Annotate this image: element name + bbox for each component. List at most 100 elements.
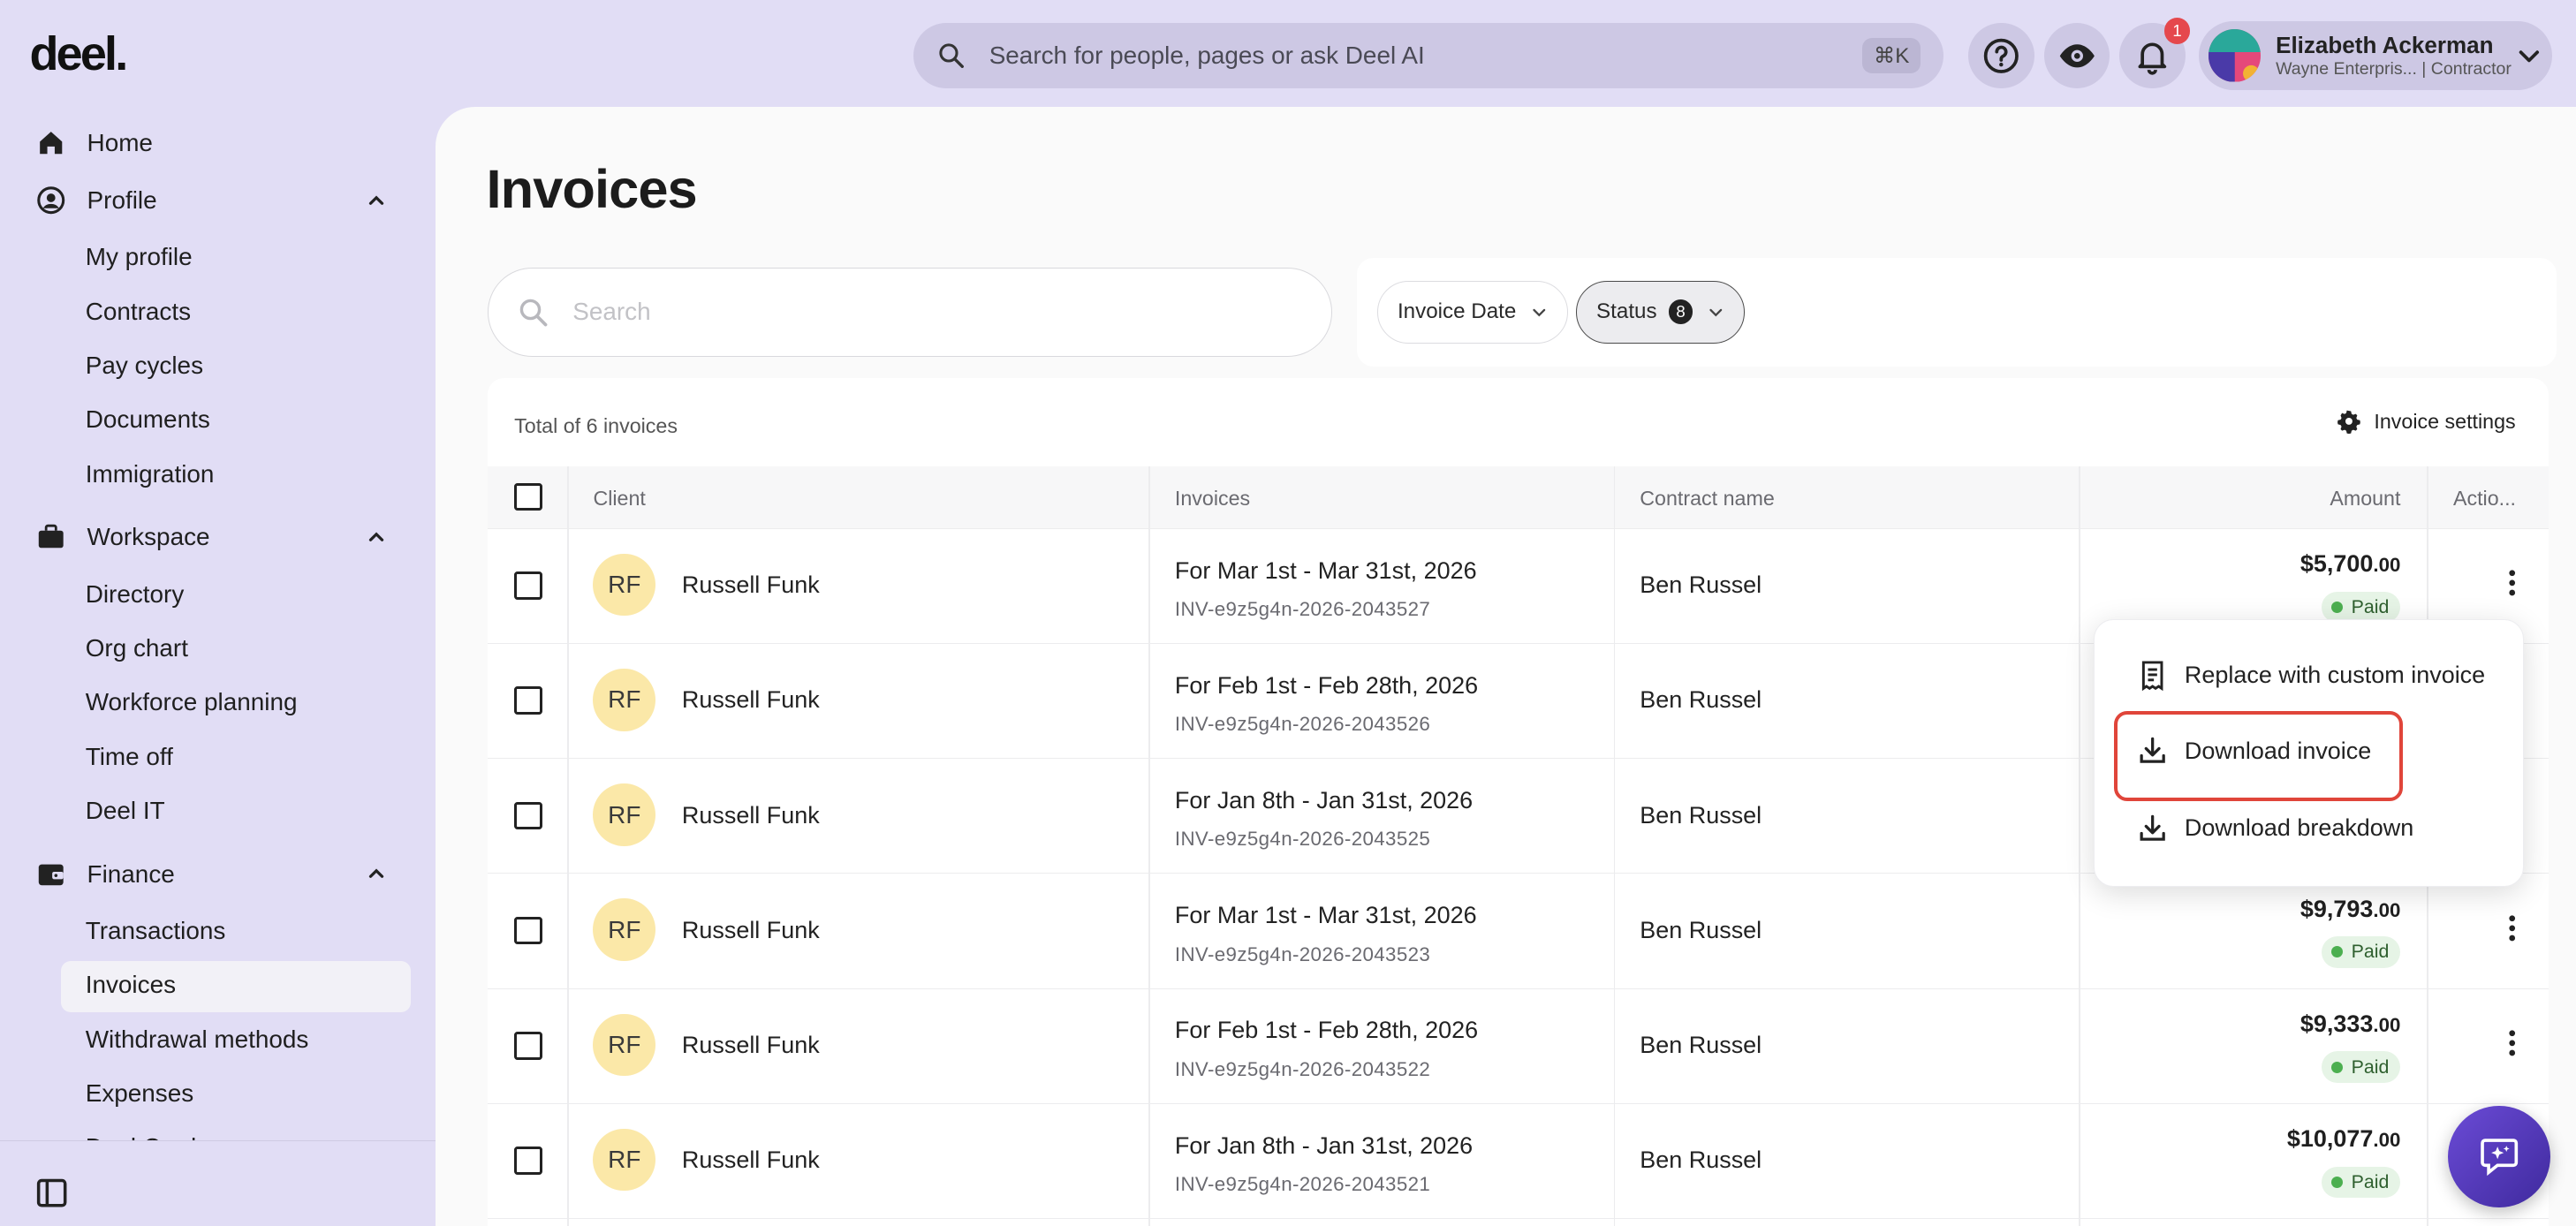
sidebar-item-home[interactable]: Home [36, 128, 153, 157]
table-row[interactable]: RF Russell Funk For Feb 1st - Feb 28th, … [488, 989, 2549, 1104]
receipt-icon [2137, 660, 2168, 692]
user-avatar [2208, 29, 2262, 82]
invoice-settings-button[interactable]: Invoice settings [2337, 409, 2516, 434]
client-avatar: RF [593, 668, 656, 731]
invoice-number: INV-e9z5g4n-2026-2043523 [1174, 942, 1431, 965]
chevron-up-icon [365, 189, 388, 212]
client-name: Russell Funk [681, 571, 820, 599]
home-icon [36, 128, 65, 157]
chevron-up-icon [365, 862, 388, 885]
help-button[interactable] [1968, 23, 2034, 89]
contract-name: Ben Russel [1640, 571, 1762, 599]
sidebar-section-workspace[interactable]: Workspace [36, 522, 384, 551]
briefcase-icon [36, 522, 65, 551]
sidebar-item-pay-cycles[interactable]: Pay cycles [86, 352, 203, 380]
sidebar-item-invoices[interactable]: Invoices [86, 971, 176, 999]
sidebar-item-withdrawal-methods[interactable]: Withdrawal methods [86, 1025, 309, 1054]
table-row[interactable]: RF Russell Funk For Jan 8th - Jan 31st, … [488, 1104, 2549, 1220]
column-header-client[interactable]: Client [593, 487, 645, 511]
more-actions-icon[interactable] [2509, 915, 2516, 942]
invoice-number: INV-e9z5g4n-2026-2043526 [1174, 713, 1431, 736]
gear-icon [2337, 409, 2361, 434]
chevron-down-icon [2516, 42, 2542, 69]
deel-ai-assistant-button[interactable] [2448, 1105, 2550, 1208]
column-header-contract[interactable]: Contract name [1640, 487, 1775, 511]
notifications-button[interactable]: 1 [2119, 18, 2191, 89]
menu-item-label: Replace with custom invoice [2184, 662, 2486, 688]
table-row[interactable]: RF Russell Funk For Mar 1st - Mar 31st, … [488, 874, 2549, 989]
invoice-amount: $9,333.00 [2299, 1010, 2401, 1037]
sidebar-item-expenses[interactable]: Expenses [86, 1079, 194, 1108]
column-header-invoices[interactable]: Invoices [1175, 487, 1250, 511]
client-name: Russell Funk [681, 916, 820, 943]
menu-item-download-breakdown[interactable]: Download breakdown [2137, 813, 2413, 844]
select-all-checkbox[interactable] [514, 482, 542, 511]
row-checkbox[interactable] [514, 916, 542, 945]
status-badge: Paid [2322, 936, 2401, 968]
sidebar-section-profile[interactable]: Profile [36, 185, 384, 215]
sidebar-item-documents[interactable]: Documents [86, 405, 210, 434]
bell-icon [2133, 36, 2172, 76]
sidebar-item-transactions[interactable]: Transactions [86, 917, 226, 945]
invoice-search[interactable] [488, 268, 1333, 357]
row-checkbox[interactable] [514, 1032, 542, 1060]
invoice-total-count: Total of 6 invoices [514, 413, 678, 437]
contract-name: Ben Russel [1640, 686, 1762, 714]
row-checkbox[interactable] [514, 686, 542, 715]
client-avatar: RF [593, 783, 656, 846]
row-checkbox[interactable] [514, 571, 542, 600]
sidebar-footer [0, 1139, 436, 1226]
sidebar-item-contracts[interactable]: Contracts [86, 298, 191, 326]
invoice-period: For Feb 1st - Feb 28th, 2026 [1174, 1017, 1479, 1044]
invoice-period: For Jan 8th - Jan 31st, 2026 [1174, 1131, 1474, 1159]
global-search-bar[interactable]: Search for people, pages or ask Deel AI … [913, 23, 1944, 89]
wallet-icon [36, 859, 65, 889]
more-actions-icon[interactable] [2509, 570, 2516, 596]
client-name: Russell Funk [681, 1032, 820, 1059]
contract-name: Ben Russel [1640, 916, 1762, 943]
help-icon [1981, 36, 2021, 76]
privacy-view-button[interactable] [2043, 23, 2110, 89]
deel-logo[interactable]: deel. [29, 26, 128, 81]
sidebar-item-directory[interactable]: Directory [86, 580, 185, 609]
sidebar-item-label: Home [87, 128, 153, 156]
row-checkbox[interactable] [514, 801, 542, 830]
sidebar-item-immigration[interactable]: Immigration [86, 460, 215, 488]
column-header-actions: Actio... [2452, 486, 2517, 510]
sidebar-item-time-off[interactable]: Time off [86, 743, 173, 771]
status-filter-count-badge: 8 [1668, 299, 1693, 325]
client-avatar: RF [593, 553, 656, 617]
menu-item-replace-custom-invoice[interactable]: Replace with custom invoice [2137, 660, 2486, 692]
menu-item-download-invoice[interactable]: Download invoice [2137, 735, 2371, 766]
ai-sparkle-chat-icon [2478, 1135, 2520, 1177]
sidebar-item-deel-it[interactable]: Deel IT [86, 797, 165, 825]
download-icon [2137, 735, 2168, 766]
invoice-amount: $10,077.00 [2286, 1125, 2401, 1153]
more-actions-icon[interactable] [2509, 1030, 2516, 1056]
status-filter[interactable]: Status 8 [1575, 281, 1746, 344]
sidebar-item-my-profile[interactable]: My profile [86, 243, 193, 271]
sidebar-toggle-icon[interactable] [36, 1177, 67, 1208]
invoice-date-filter[interactable]: Invoice Date [1376, 281, 1568, 344]
contract-name: Ben Russel [1640, 1147, 1762, 1174]
sidebar-section-label: Workspace [87, 523, 210, 551]
status-badge: Paid [2322, 1051, 2401, 1083]
notification-count-badge: 1 [2163, 18, 2191, 45]
sidebar-section-finance[interactable]: Finance [36, 859, 384, 889]
status-badge: Paid [2322, 1166, 2401, 1198]
invoice-search-input[interactable] [572, 298, 1263, 327]
search-shortcut-hint: ⌘K [1862, 38, 1921, 74]
sidebar-item-workforce-planning[interactable]: Workforce planning [86, 688, 298, 716]
client-name: Russell Funk [681, 1147, 820, 1174]
row-checkbox[interactable] [514, 1147, 542, 1175]
client-avatar: RF [593, 898, 656, 962]
search-icon [936, 41, 966, 70]
menu-item-label: Download invoice [2184, 737, 2372, 764]
chevron-down-icon [1708, 304, 1724, 321]
column-header-amount[interactable]: Amount [2330, 487, 2400, 511]
sidebar-section-label: Profile [87, 185, 157, 214]
invoice-number: INV-e9z5g4n-2026-2043525 [1174, 828, 1431, 851]
invoice-amount: $5,700.00 [2299, 550, 2401, 578]
user-account-menu[interactable]: Elizabeth Ackerman Wayne Enterpris... | … [2198, 21, 2552, 91]
sidebar-item-org-chart[interactable]: Org chart [86, 634, 188, 662]
